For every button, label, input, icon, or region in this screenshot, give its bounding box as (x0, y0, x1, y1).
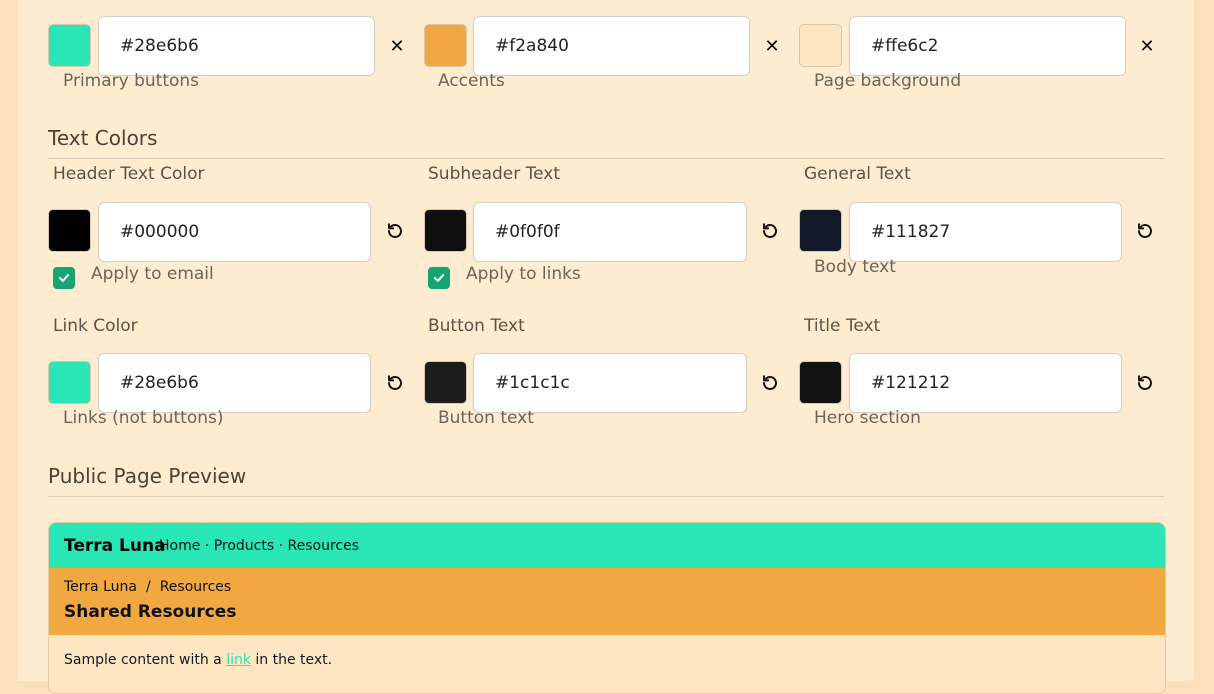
background-color-input[interactable]: #ffe6c2 (849, 16, 1126, 76)
general-text-label: General Text (804, 164, 911, 184)
reset-icon (388, 223, 402, 238)
body-text-part: Sample content with a (64, 652, 227, 668)
title-text-swatch[interactable] (799, 361, 842, 404)
button-text-label: Button Text (428, 316, 525, 336)
divider (48, 158, 1164, 159)
button-text-swatch[interactable] (424, 361, 467, 404)
apply-to-email-label: Apply to email (91, 264, 214, 284)
close-icon: ✕ (1139, 35, 1155, 57)
reset-icon (388, 375, 402, 390)
breadcrumb-item: Resources (159, 579, 232, 595)
title-text-hint: Hero section (814, 408, 921, 428)
reset-button-text-button[interactable] (758, 371, 782, 395)
breadcrumb-separator: / (145, 579, 151, 595)
body-text-part: in the text. (250, 652, 333, 668)
preview-body: Sample content with a link in the text. (49, 635, 1165, 693)
reset-title-text-button[interactable] (1133, 371, 1157, 395)
reset-subheader-text-button[interactable] (758, 219, 782, 243)
button-text-input[interactable]: #1c1c1c (473, 353, 747, 413)
settings-panel: #28e6b6 ✕ Primary buttons #f2a840 ✕ Acce… (18, 0, 1194, 694)
clear-accent-button[interactable]: ✕ (760, 34, 784, 58)
primary-color-hint: Primary buttons (63, 71, 200, 91)
breadcrumb-item[interactable]: Terra Luna (64, 579, 137, 595)
check-icon (433, 274, 445, 282)
reset-general-text-button[interactable] (1133, 219, 1157, 243)
accent-color-hint: Accents (438, 71, 505, 91)
preview-nav-home[interactable]: Home (159, 538, 200, 554)
primary-color-input[interactable]: #28e6b6 (98, 16, 375, 76)
reset-link-color-button[interactable] (383, 371, 407, 395)
apply-to-links-label: Apply to links (466, 264, 581, 284)
divider (48, 496, 1164, 497)
title-text-input[interactable]: #121212 (849, 353, 1122, 413)
preview-nav-resources[interactable]: Resources (288, 538, 360, 554)
subheader-text-swatch[interactable] (424, 209, 467, 252)
text-colors-title: Text Colors (48, 126, 158, 150)
link-color-hint: Links (not buttons) (63, 408, 224, 428)
public-page-preview: Terra Luna Home · Products · Resources T… (48, 522, 1166, 694)
header-text-swatch[interactable] (48, 209, 91, 252)
background-color-swatch[interactable] (799, 24, 842, 67)
header-text-label: Header Text Color (53, 164, 205, 184)
background-color-hint: Page background (814, 71, 962, 91)
check-icon (58, 274, 70, 282)
preview-hero: Terra Luna / Resources Shared Resources (49, 568, 1165, 635)
subheader-text-label: Subheader Text (428, 164, 561, 184)
reset-icon (1138, 375, 1152, 390)
general-text-hint: Body text (814, 257, 896, 277)
preview-nav-links: Home · Products · Resources (159, 538, 360, 554)
preview-breadcrumb: Terra Luna / Resources (64, 579, 231, 595)
primary-color-swatch[interactable] (48, 24, 91, 67)
public-page-preview-title: Public Page Preview (48, 464, 247, 488)
reset-icon (1138, 223, 1152, 238)
preview-link[interactable]: link (226, 652, 251, 668)
general-text-swatch[interactable] (799, 209, 842, 252)
link-color-input[interactable]: #28e6b6 (98, 353, 371, 413)
preview-heading: Shared Resources (64, 602, 237, 622)
close-icon: ✕ (389, 35, 405, 57)
reset-icon (763, 375, 777, 390)
clear-primary-button[interactable]: ✕ (385, 34, 409, 58)
close-icon: ✕ (764, 35, 780, 57)
preview-body-text: Sample content with a link in the text. (64, 652, 332, 668)
apply-to-links-checkbox[interactable] (428, 267, 450, 289)
preview-brand[interactable]: Terra Luna (64, 536, 166, 556)
accent-color-swatch[interactable] (424, 24, 467, 67)
title-text-label: Title Text (804, 316, 881, 336)
clear-background-button[interactable]: ✕ (1135, 34, 1159, 58)
preview-nav-products[interactable]: Products (214, 538, 274, 554)
general-text-input[interactable]: #111827 (849, 202, 1122, 262)
reset-icon (763, 223, 777, 238)
reset-header-text-button[interactable] (383, 219, 407, 243)
preview-navbar: Terra Luna Home · Products · Resources (49, 523, 1165, 568)
button-text-hint: Button text (438, 408, 534, 428)
apply-to-email-checkbox[interactable] (53, 267, 75, 289)
link-color-label: Link Color (53, 316, 138, 336)
header-text-input[interactable]: #000000 (98, 202, 371, 262)
link-color-swatch[interactable] (48, 361, 91, 404)
subheader-text-input[interactable]: #0f0f0f (473, 202, 747, 262)
accent-color-input[interactable]: #f2a840 (473, 16, 750, 76)
